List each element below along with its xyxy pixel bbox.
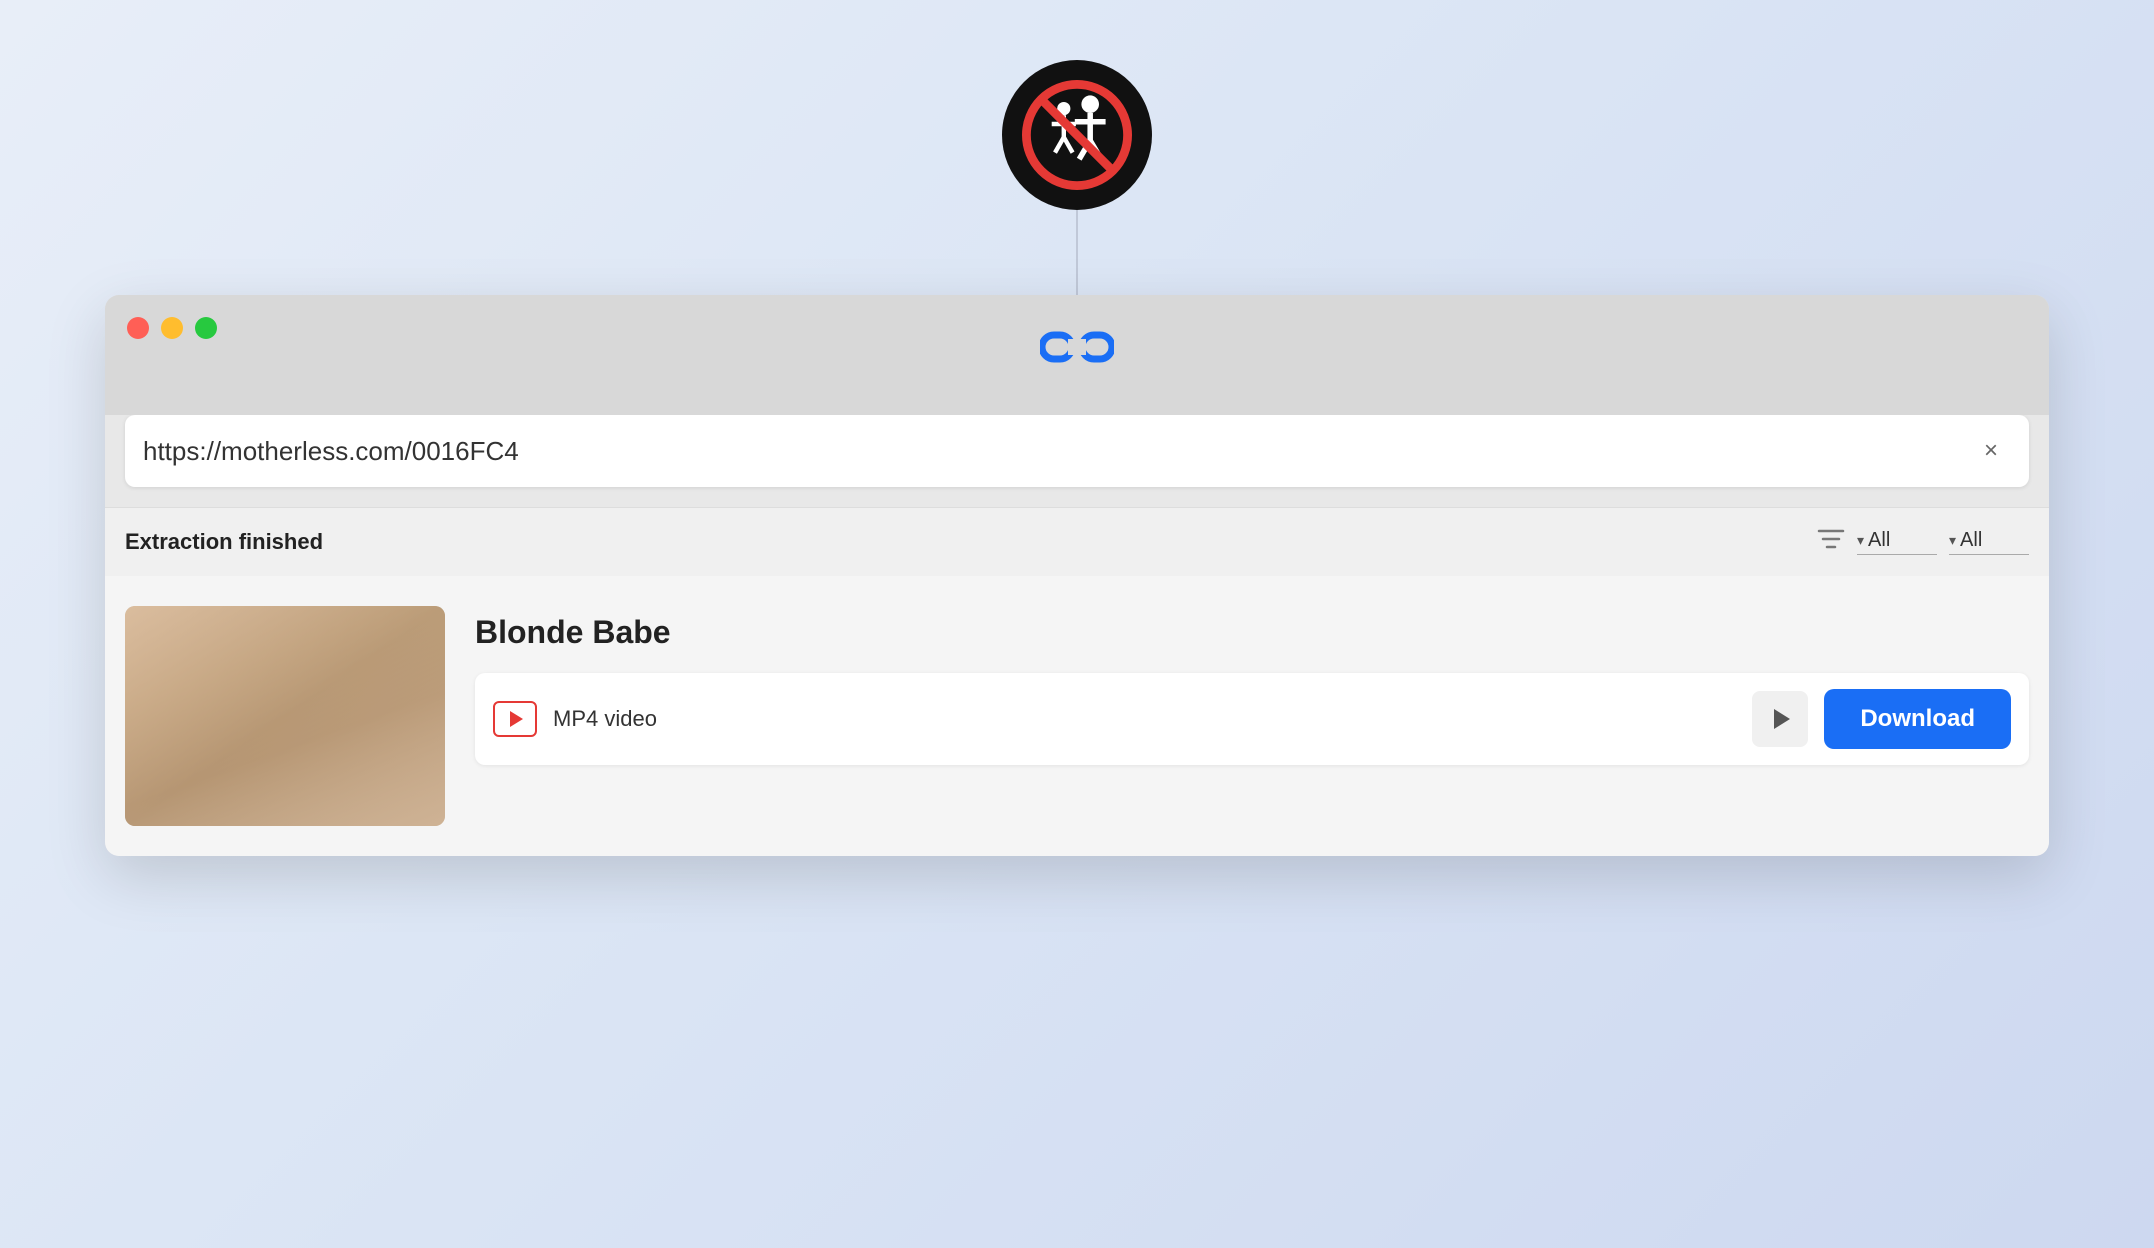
maximize-button[interactable] — [195, 317, 217, 339]
close-button[interactable] — [127, 317, 149, 339]
traffic-lights — [127, 317, 217, 339]
filter-quality-label: All — [1960, 529, 1982, 552]
media-title: Blonde Babe — [475, 614, 2029, 651]
download-option-row: MP4 video Download — [475, 673, 2029, 765]
top-icon-area — [1002, 60, 1152, 320]
media-info: Blonde Babe MP4 video Download — [475, 606, 2029, 765]
preview-button[interactable] — [1752, 691, 1808, 747]
download-button[interactable]: Download — [1824, 689, 2011, 749]
filter-quality-dropdown[interactable]: ▾ All — [1949, 529, 2029, 555]
url-input[interactable] — [143, 436, 1971, 467]
url-clear-button[interactable]: × — [1971, 431, 2011, 471]
play-triangle-icon — [510, 711, 523, 727]
chevron-down-icon: ▾ — [1949, 532, 1956, 549]
thumbnail-image — [125, 606, 445, 826]
filter-icon — [1817, 526, 1845, 558]
minimize-button[interactable] — [161, 317, 183, 339]
adult-only-icon — [1002, 60, 1152, 210]
content-area: Blonde Babe MP4 video Download — [105, 576, 2049, 856]
title-bar — [105, 295, 2049, 415]
app-logo — [1040, 325, 1114, 369]
mp4-video-icon — [493, 701, 537, 737]
extraction-bar: Extraction finished ▾ All ▾ All — [105, 507, 2049, 576]
url-bar-container: × — [105, 415, 2049, 507]
filter-type-label: All — [1868, 529, 1890, 552]
media-thumbnail — [125, 606, 445, 826]
extraction-status: Extraction finished — [125, 529, 1805, 555]
format-label: MP4 video — [553, 706, 1736, 732]
filter-type-dropdown[interactable]: ▾ All — [1857, 529, 1937, 555]
browser-window: × Extraction finished ▾ All ▾ All — [105, 295, 2049, 856]
url-bar: × — [125, 415, 2029, 487]
play-icon — [1774, 709, 1790, 729]
media-item: Blonde Babe MP4 video Download — [125, 606, 2029, 826]
close-icon: × — [1984, 437, 1998, 465]
chevron-down-icon: ▾ — [1857, 532, 1864, 549]
